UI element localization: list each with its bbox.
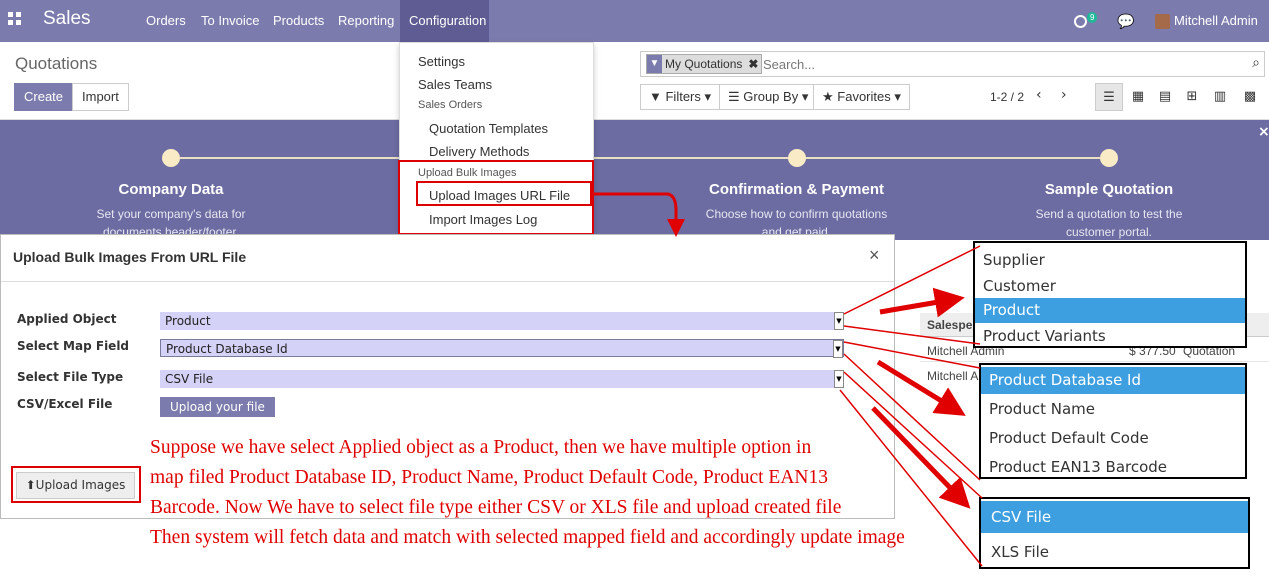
annotation-arrows [592,192,983,567]
